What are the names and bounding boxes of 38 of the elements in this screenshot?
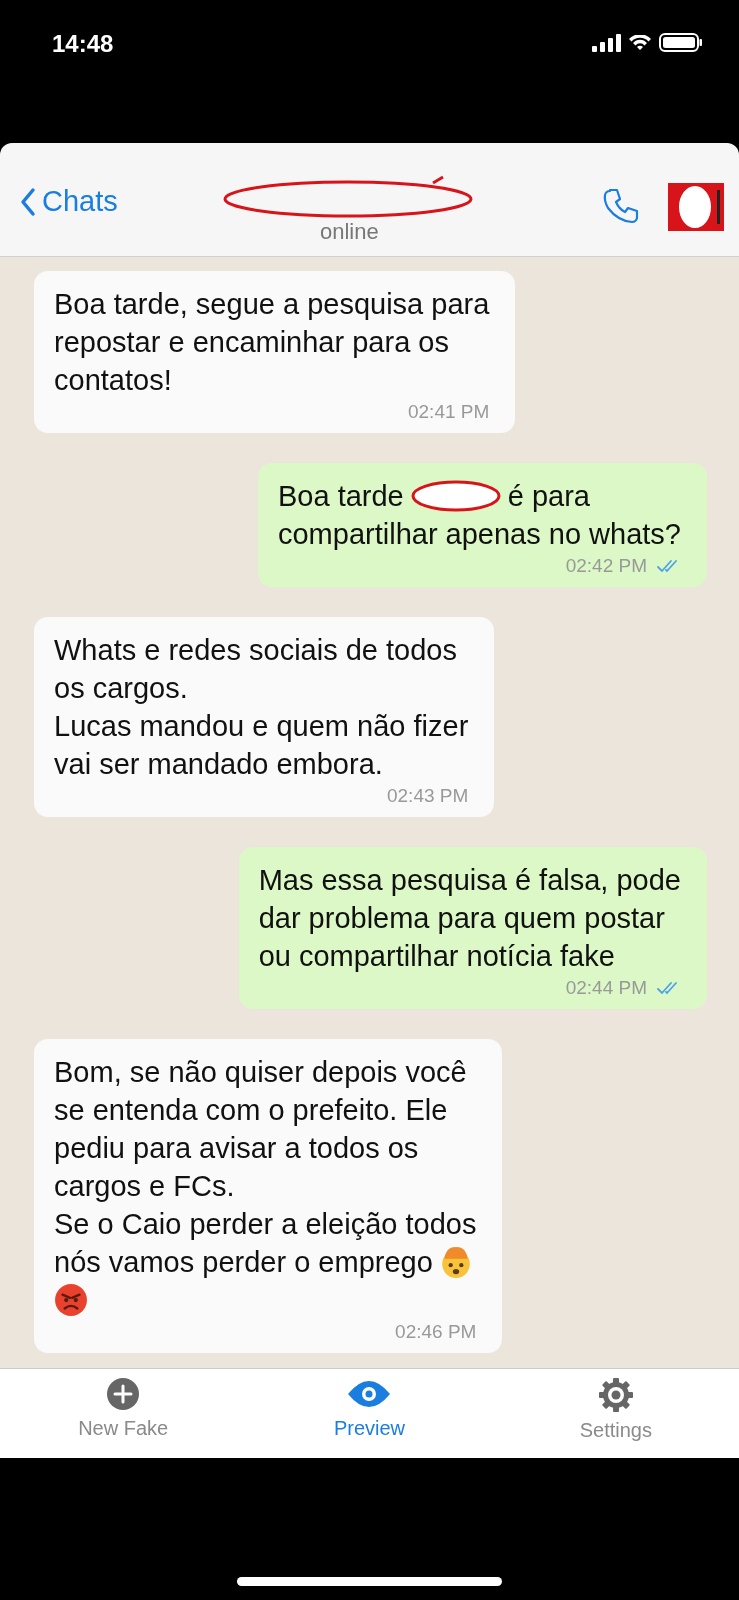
signal-icon xyxy=(592,33,621,52)
message-text: Bom, se não quiser depois você xyxy=(54,1055,467,1090)
message-text: Mas essa pesquisa é falsa, pode xyxy=(258,863,681,898)
message-time: 02:42 PM xyxy=(565,555,647,577)
redacted-avatar[interactable] xyxy=(667,181,725,232)
message-text: Boa tarde, segue a pesquisa para xyxy=(54,287,490,322)
message-text: pediu para avisar a todos os xyxy=(54,1131,419,1166)
message-text: é para xyxy=(507,479,590,514)
presence-status: online xyxy=(320,218,379,245)
message-text: se entenda com o prefeito. Ele xyxy=(54,1093,448,1128)
message-text: Lucas mandou e quem não fizer xyxy=(54,709,469,744)
tab[interactable]: New Fake xyxy=(33,1369,214,1458)
battery-icon xyxy=(659,33,703,52)
message-text: vai ser mandado embora. xyxy=(54,747,383,782)
message-text: cargos e FCs. xyxy=(54,1169,235,1204)
message-text: repostar e encaminhar para os xyxy=(54,325,449,360)
message-time: 02:43 PM xyxy=(387,785,469,807)
status-time: 14:48 xyxy=(52,30,114,58)
message-time: 02:44 PM xyxy=(565,977,647,999)
message-time: 02:46 PM xyxy=(395,1321,477,1343)
plus-icon xyxy=(106,1377,141,1411)
message-text: compartilhar apenas no whats? xyxy=(278,517,681,552)
message-text: ou compartilhar notícia fake xyxy=(258,939,615,974)
message-text: Whats e redes sociais de todos xyxy=(54,633,457,668)
chevron-left-icon xyxy=(20,186,36,217)
tab[interactable]: Preview xyxy=(279,1369,460,1458)
back-button[interactable]: Chats xyxy=(20,185,118,218)
message-text: dar problema para quem postar xyxy=(258,901,665,936)
message-text: os cargos. xyxy=(54,671,188,706)
tab[interactable]: Settings xyxy=(525,1369,706,1458)
wifi-icon xyxy=(629,34,651,51)
message-text: Boa tarde xyxy=(278,479,404,514)
message-text: nós vamos perder o emprego xyxy=(54,1245,433,1280)
settings-icon xyxy=(597,1377,634,1413)
message-text: contatos! xyxy=(54,363,172,398)
angry-face-icon xyxy=(54,1283,88,1317)
message-text: Se o Caio perder a eleição todos xyxy=(54,1207,477,1242)
message-time: 02:41 PM xyxy=(408,401,490,423)
